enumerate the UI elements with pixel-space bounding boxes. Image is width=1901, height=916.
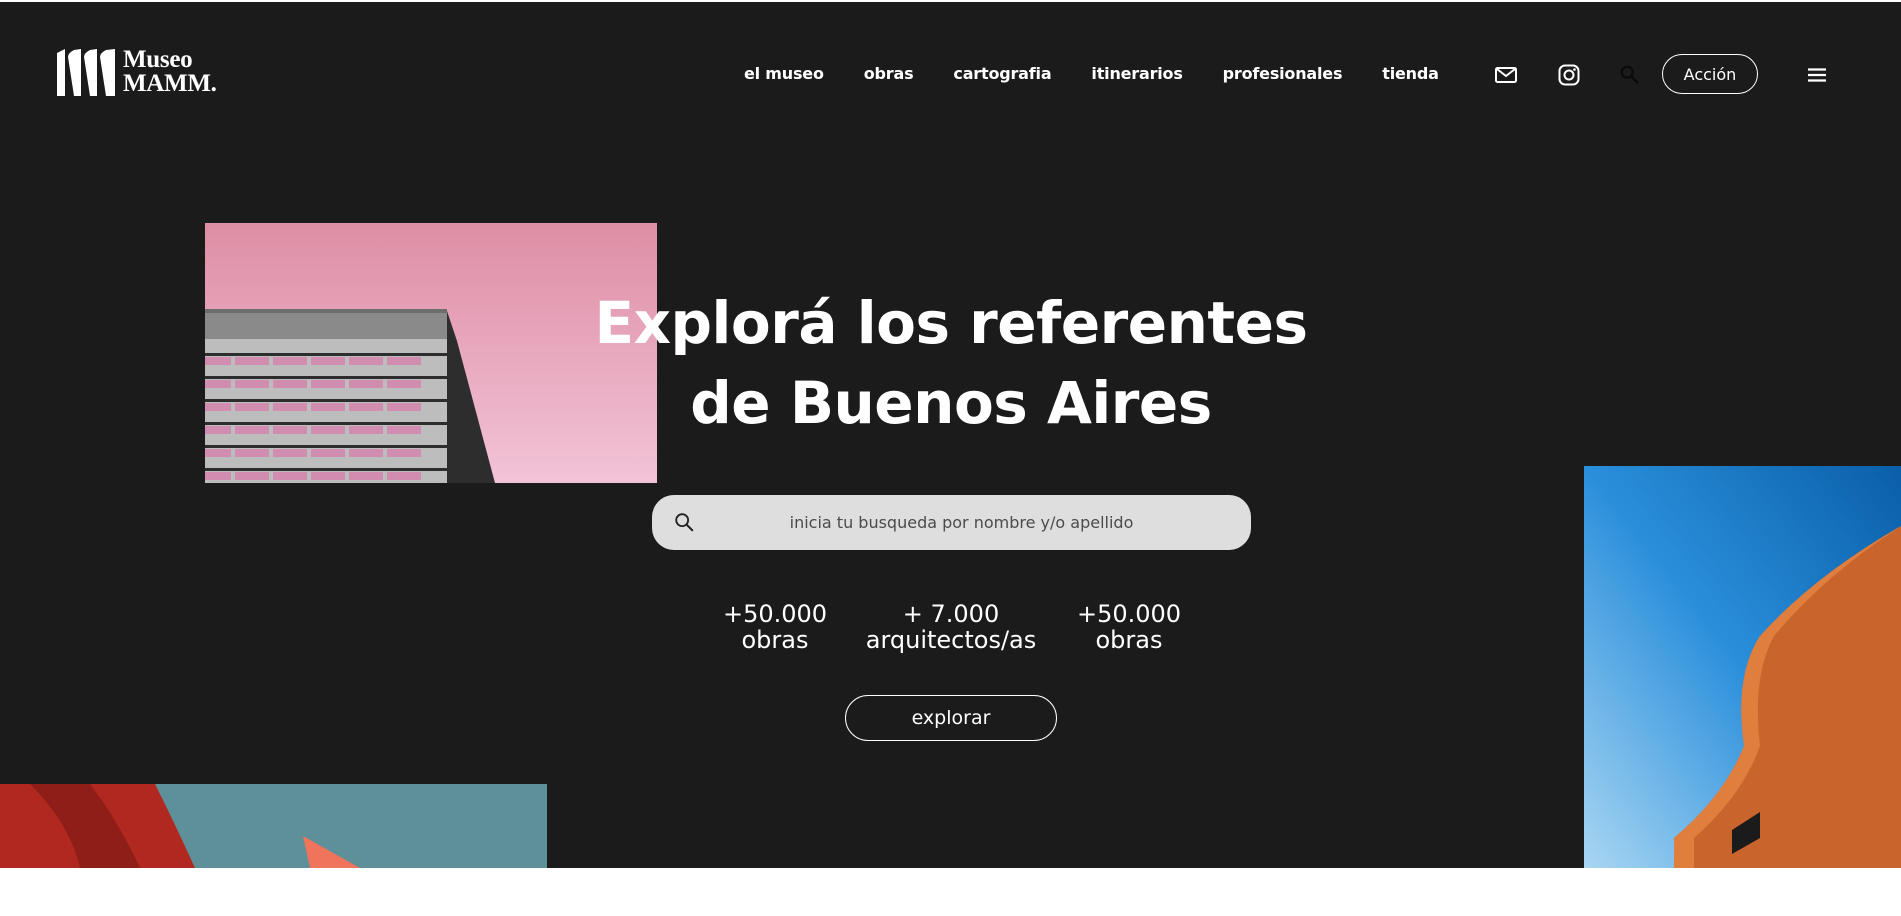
brand-name: Museo MAMM. [123,46,217,97]
mail-icon[interactable] [1494,63,1518,87]
hero-title-line2: de Buenos Aires [690,369,1212,437]
search-input[interactable] [652,495,1251,550]
nav-item-tienda[interactable]: tienda [1382,64,1439,83]
search-bar [652,495,1251,550]
menu-icon[interactable] [1805,63,1829,87]
page-background: Museo MAMM. el museo obras cartografia i… [0,0,1901,868]
stat-obras: +50.000 obras [715,601,835,653]
main-nav: el museo obras cartografia itinerarios p… [744,64,1439,83]
nav-item-cartografia[interactable]: cartografia [953,64,1051,83]
hero-title-line1: Explorá los referentes [594,289,1308,357]
stat-value: +50.000 [722,600,828,628]
logo-mark-icon [57,48,115,96]
action-button[interactable]: Acción [1662,54,1758,94]
stat-label: obras [741,626,809,654]
stat-value: + 7.000 [902,600,1000,628]
explore-button[interactable]: explorar [845,695,1057,741]
brand-line2: MAMM. [123,70,217,97]
brand-logo[interactable]: Museo MAMM. [57,46,217,97]
hero-title: Explorá los referentes de Buenos Aires [560,283,1342,443]
stat-label: arquitectos/as [865,626,1037,654]
nav-item-itinerarios[interactable]: itinerarios [1091,64,1182,83]
stat-obras-2: +50.000 obras [1069,601,1189,653]
stat-arquitectos: + 7.000 arquitectos/as [861,601,1041,653]
brand-line1: Museo [123,46,193,73]
search-field-icon [675,513,694,532]
instagram-icon[interactable] [1557,63,1581,87]
nav-item-obras[interactable]: obras [864,64,914,83]
top-border [0,0,1901,2]
brick-building-image [1584,466,1901,868]
nav-item-el-museo[interactable]: el museo [744,64,824,83]
sculpture-image [0,784,547,868]
stat-value: +50.000 [1076,600,1182,628]
search-icon[interactable] [1618,63,1640,85]
nav-item-profesionales[interactable]: profesionales [1223,64,1343,83]
stat-label: obras [1095,626,1163,654]
